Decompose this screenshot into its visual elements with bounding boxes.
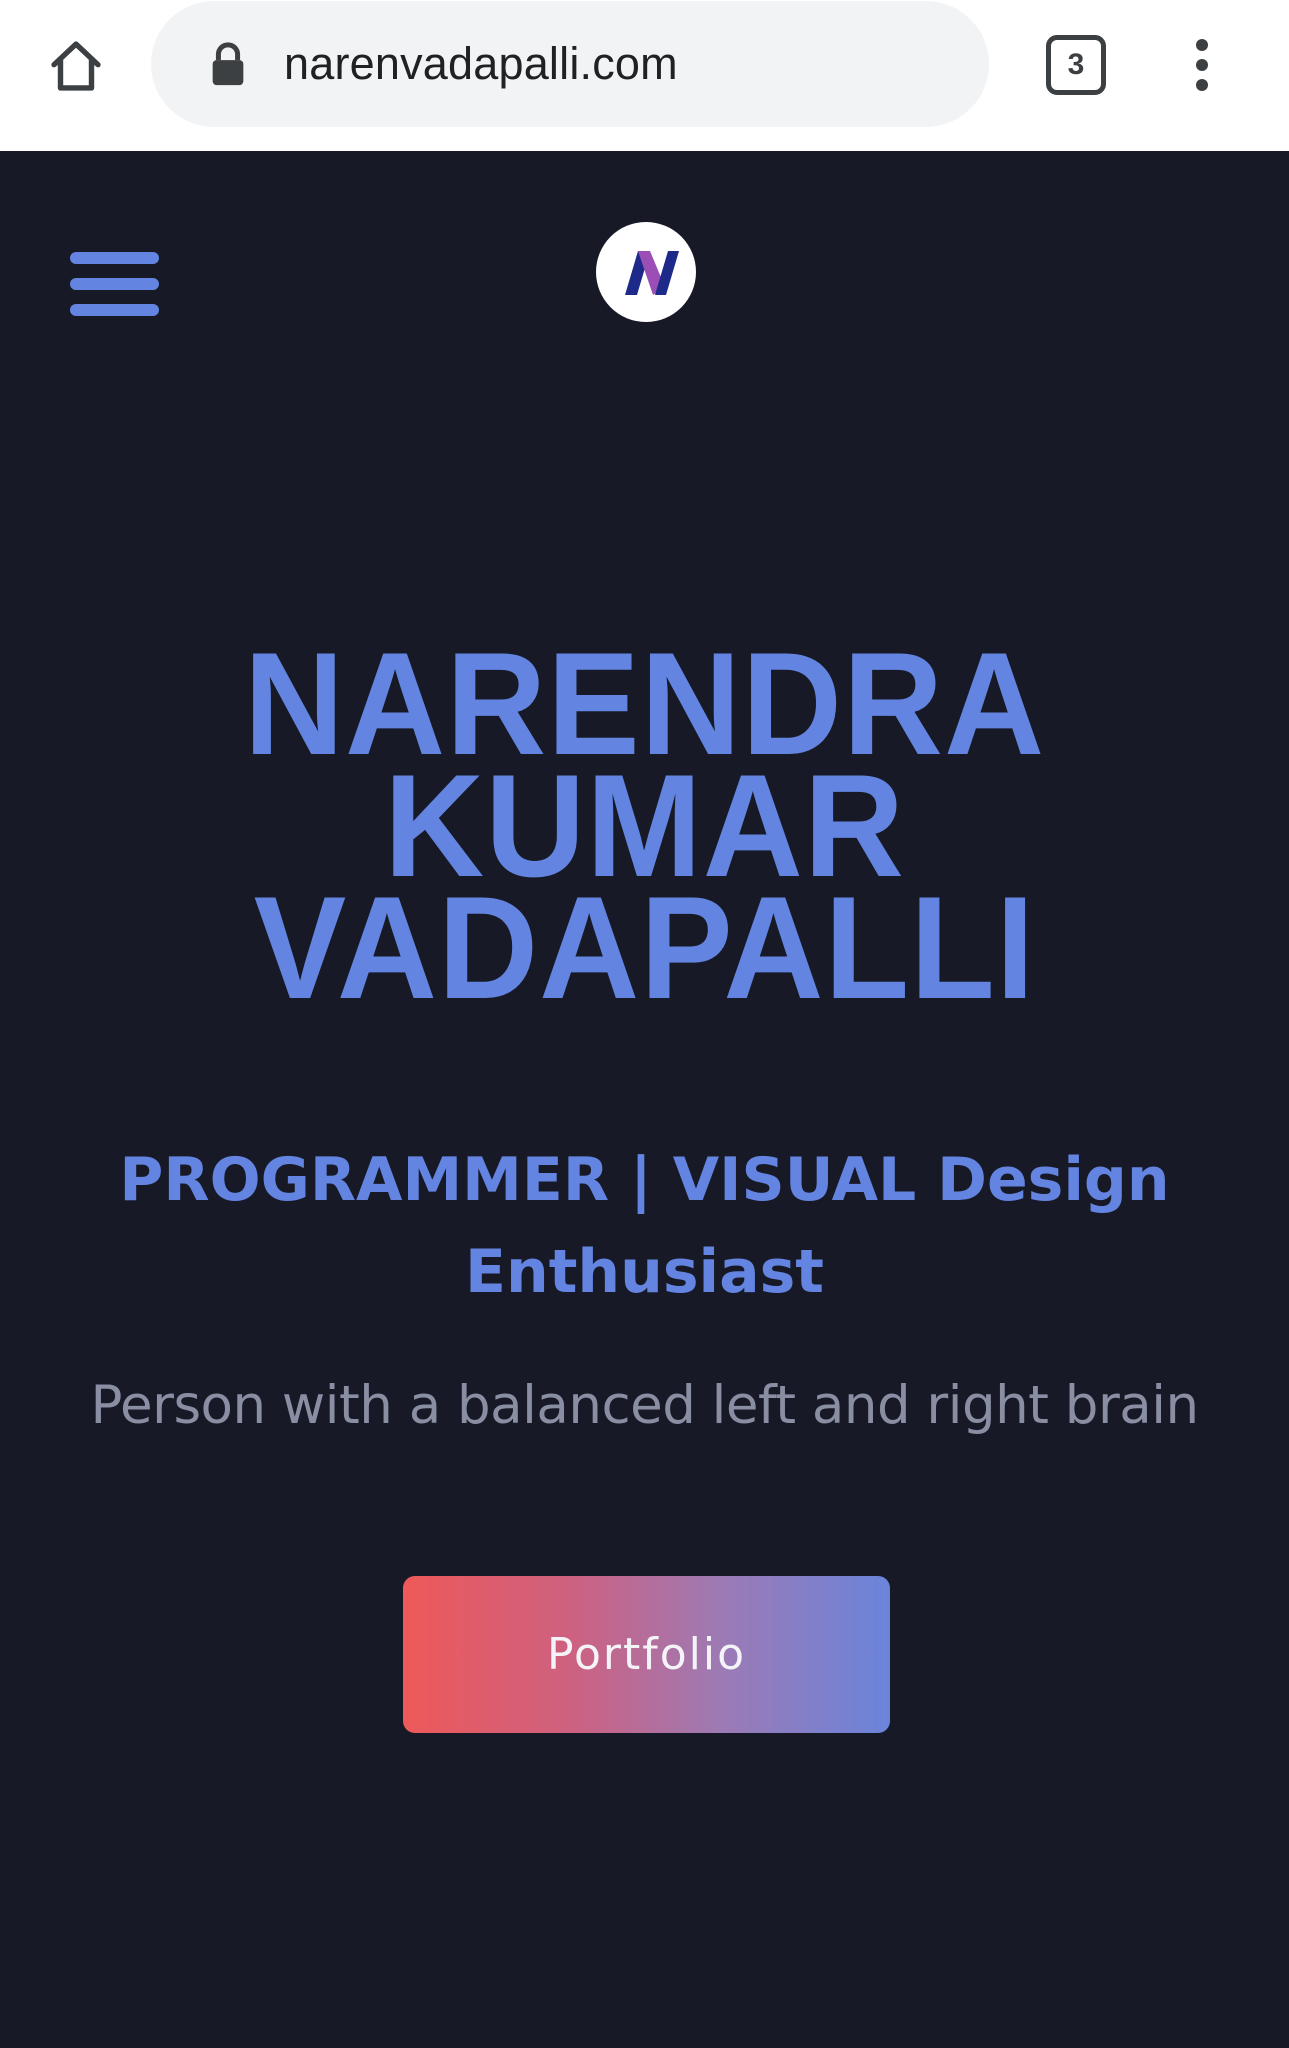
tab-switcher-button[interactable]: 3	[1046, 35, 1106, 95]
hamburger-menu-icon	[70, 252, 159, 316]
portfolio-button-label: Portfolio	[546, 1629, 746, 1680]
portfolio-button[interactable]: Portfolio	[403, 1576, 890, 1733]
hero-name: NARENDRA KUMAR VADAPALLI	[32, 631, 1257, 1029]
url-text[interactable]: narenvadapalli.com	[284, 1, 678, 127]
home-button[interactable]	[40, 30, 112, 102]
more-vert-icon	[1196, 39, 1208, 91]
site-logo[interactable]	[595, 221, 697, 323]
home-icon	[51, 41, 101, 91]
lock-icon	[212, 42, 244, 86]
tab-count: 3	[1067, 48, 1085, 81]
address-bar[interactable]: narenvadapalli.com	[151, 1, 989, 127]
browser-toolbar: narenvadapalli.com 3	[0, 0, 1289, 151]
hero-subtitle: Person with a balanced left and right br…	[90, 1375, 1199, 1436]
hero-name-line: VADAPALLI	[253, 866, 1036, 1029]
page-content: NARENDRA KUMAR VADAPALLI PROGRAMMER | VI…	[0, 151, 1289, 2048]
logo-icon	[596, 222, 696, 322]
hero-tagline: PROGRAMMER | VISUAL Design Enthusiast	[119, 1145, 1170, 1307]
nav-menu-button[interactable]	[68, 248, 161, 320]
browser-menu-button[interactable]	[1180, 33, 1224, 97]
